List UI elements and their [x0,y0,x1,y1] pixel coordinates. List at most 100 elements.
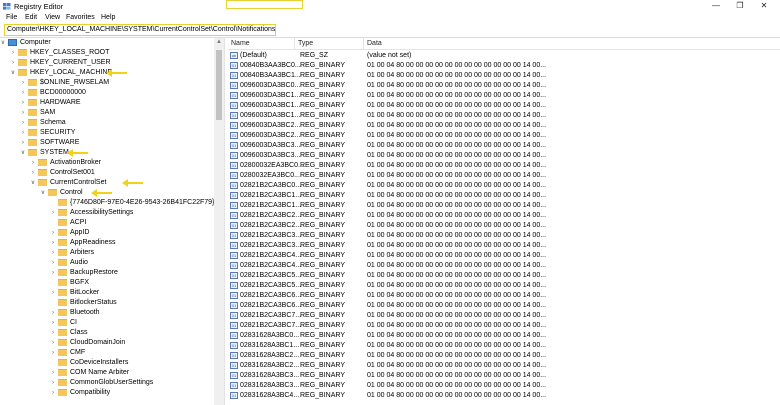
chevron-right-icon[interactable]: › [50,339,56,347]
tree-item[interactable]: › CommonGlobUserSettings [0,378,214,388]
table-row[interactable]: 01 0280032EA3BC0... REG_BINARY 01 00 04 80 … [228,171,780,181]
address-bar[interactable]: Computer\HKEY_LOCAL_MACHINE\SYSTEM\Curre… [4,24,276,36]
tree-item[interactable]: › HKEY_CURRENT_USER [0,58,214,68]
chevron-right-icon[interactable]: › [50,229,56,237]
tree-item[interactable]: ∨ Control [0,188,214,198]
column-type[interactable]: Type [298,40,313,47]
chevron-right-icon[interactable]: › [20,139,26,147]
chevron-right-icon[interactable]: › [50,349,56,357]
minimize-button[interactable]: — [704,0,728,13]
tree-item[interactable]: ∨ CurrentControlSet [0,178,214,188]
chevron-right-icon[interactable]: › [10,49,16,57]
chevron-right-icon[interactable]: › [20,99,26,107]
tree-item[interactable]: ∨ Computer [0,38,214,48]
column-name[interactable]: Name [231,40,250,47]
chevron-right-icon[interactable]: › [20,119,26,127]
tree-item[interactable]: › BackupRestore [0,268,214,278]
chevron-right-icon[interactable]: › [50,369,56,377]
menu-file[interactable]: File [6,14,17,21]
chevron-right-icon[interactable]: › [30,159,36,167]
table-row[interactable]: 01 02800032EA3BC0... REG_BINARY 01 00 04 80… [228,161,780,171]
tree-scrollbar[interactable]: ▲ [214,38,224,405]
table-row[interactable]: 01 02821B2CA3BC7... REG_BINARY 01 00 04 80 … [228,311,780,321]
table-row[interactable]: 01 02821B2CA3BC1... REG_BINARY 01 00 04 80 … [228,201,780,211]
table-row[interactable]: 01 02831628A3BC0... REG_BINARY 01 00 04 80 … [228,331,780,341]
chevron-right-icon[interactable]: › [50,249,56,257]
chevron-down-icon[interactable]: ∨ [40,189,46,197]
tree-item[interactable]: BGFX [0,278,214,288]
table-row[interactable]: 01 02821B2CA3BC6... REG_BINARY 01 00 04 80 … [228,301,780,311]
chevron-right-icon[interactable]: › [20,79,26,87]
tree-item[interactable]: BitlockerStatus [0,298,214,308]
scroll-up-icon[interactable]: ▲ [214,38,224,47]
menu-help[interactable]: Help [101,14,115,21]
tree-item[interactable]: › ControlSet001 [0,168,214,178]
table-row[interactable]: 01 02821B2CA3BC4... REG_BINARY 01 00 04 80 … [228,261,780,271]
chevron-right-icon[interactable]: › [50,379,56,387]
table-row[interactable]: 01 0096003DA3BC2... REG_BINARY 01 00 04 80 … [228,131,780,141]
table-row[interactable]: 01 02821B2CA3BC1... REG_BINARY 01 00 04 80 … [228,191,780,201]
tree-item[interactable]: › Bluetooth [0,308,214,318]
menu-view[interactable]: View [45,14,60,21]
chevron-right-icon[interactable]: › [50,239,56,247]
menu-favorites[interactable]: Favorites [66,14,95,21]
tree-item[interactable]: › AppReadiness [0,238,214,248]
chevron-right-icon[interactable]: › [20,129,26,137]
chevron-right-icon[interactable]: › [50,259,56,267]
tree-item[interactable]: ∨ HKEY_LOCAL_MACHINE [0,68,214,78]
column-separator[interactable] [363,38,364,50]
table-row[interactable]: 01 02831628A3BC4... REG_BINARY 01 00 04 80 … [228,391,780,401]
table-row[interactable]: 01 02821B2CA3BC3... REG_BINARY 01 00 04 80 … [228,241,780,251]
tree-item[interactable]: › CI [0,318,214,328]
column-separator[interactable] [294,38,295,50]
table-row[interactable]: 01 02831628A3BC1... REG_BINARY 01 00 04 80 … [228,341,780,351]
tree-item[interactable]: CoDeviceInstallers [0,358,214,368]
table-row[interactable]: 01 0096003DA3BC1... REG_BINARY 01 00 04 80 … [228,101,780,111]
tree-item[interactable]: ∨ SYSTEM [0,148,214,158]
maximize-button[interactable]: ❐ [728,0,752,13]
tree-item[interactable]: › COM Name Arbiter [0,368,214,378]
chevron-right-icon[interactable]: › [50,289,56,297]
table-row[interactable]: 01 02821B2CA3BC7... REG_BINARY 01 00 04 80 … [228,321,780,331]
chevron-right-icon[interactable]: › [50,389,56,397]
chevron-right-icon[interactable]: › [50,309,56,317]
table-row[interactable]: 01 02831628A3BC2... REG_BINARY 01 00 04 80 … [228,361,780,371]
tree-item[interactable]: › CloudDomainJoin [0,338,214,348]
table-row[interactable]: 01 02821B2CA3BC2... REG_BINARY 01 00 04 80 … [228,221,780,231]
table-row[interactable]: 01 02821B2CA3BC6... REG_BINARY 01 00 04 80 … [228,291,780,301]
table-row[interactable]: 01 02821B2CA3BC3... REG_BINARY 01 00 04 80 … [228,231,780,241]
table-row[interactable]: 01 0096003DA3BC0... REG_BINARY 01 00 04 80 … [228,81,780,91]
chevron-down-icon[interactable]: ∨ [30,179,36,187]
chevron-right-icon[interactable]: › [50,329,56,337]
chevron-right-icon[interactable]: › [50,269,56,277]
tree-item[interactable]: › $ONLINE_RWSELAM [0,78,214,88]
chevron-right-icon[interactable]: › [50,319,56,327]
table-row[interactable]: 01 0096003DA3BC1... REG_BINARY 01 00 04 80 … [228,111,780,121]
table-row[interactable]: 01 02821B2CA3BC0... REG_BINARY 01 00 04 80 … [228,181,780,191]
table-row[interactable]: 01 0096003DA3BC1... REG_BINARY 01 00 04 80 … [228,91,780,101]
chevron-down-icon[interactable]: ∨ [10,69,16,77]
column-data[interactable]: Data [367,40,382,47]
chevron-down-icon[interactable]: ∨ [0,39,6,47]
chevron-right-icon[interactable]: › [20,89,26,97]
tree-item[interactable]: › Arbiters [0,248,214,258]
chevron-right-icon[interactable]: › [20,109,26,117]
chevron-right-icon[interactable]: › [10,59,16,67]
table-row[interactable]: 01 0096003DA3BC3... REG_BINARY 01 00 04 80 … [228,151,780,161]
tree-item[interactable]: › ActivationBroker [0,158,214,168]
tree-item[interactable]: › AccessibilitySettings [0,208,214,218]
close-button[interactable]: ✕ [752,0,776,13]
tree-item[interactable]: › SECURITY [0,128,214,138]
tree-item[interactable]: ACPI [0,218,214,228]
tree-item[interactable]: › SAM [0,108,214,118]
table-row[interactable]: 01 02831628A3BC3... REG_BINARY 01 00 04 80 … [228,381,780,391]
tree-item[interactable]: › AppID [0,228,214,238]
tree-item[interactable]: › HKEY_CLASSES_ROOT [0,48,214,58]
tree-item[interactable]: › CMF [0,348,214,358]
chevron-right-icon[interactable]: › [30,169,36,177]
tree-item[interactable]: › BitLocker [0,288,214,298]
table-row[interactable]: ab (Default) REG_SZ (value not set) [228,51,780,61]
table-row[interactable]: 01 02821B2CA3BC5... REG_BINARY 01 00 04 80 … [228,281,780,291]
table-row[interactable]: 01 02821B2CA3BC5... REG_BINARY 01 00 04 80 … [228,271,780,281]
address-path[interactable]: Computer\HKEY_LOCAL_MACHINE\SYSTEM\Curre… [7,26,275,33]
